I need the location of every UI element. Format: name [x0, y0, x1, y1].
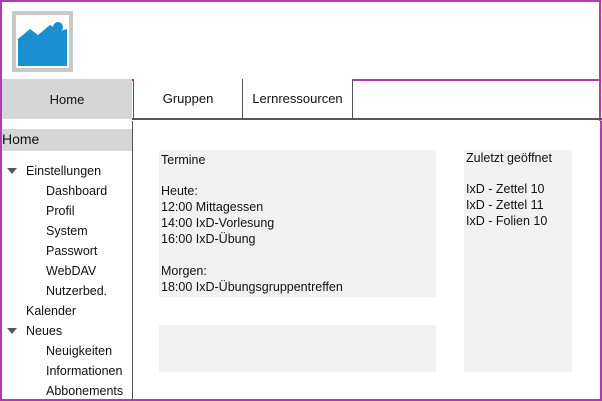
sidebar-item-neuigkeiten[interactable]: Neuigkeiten: [46, 341, 112, 361]
empty-panel: [159, 325, 436, 372]
header: [0, 0, 601, 81]
recent-file-item[interactable]: IxD - Zettel 11: [466, 197, 544, 213]
recent-file-item[interactable]: IxD - Folien 10: [466, 213, 547, 229]
sidebar-item-kalender[interactable]: Kalender: [26, 301, 76, 321]
tab-gruppen-label: Gruppen: [162, 91, 214, 106]
tab-lernressourcen[interactable]: Lernressourcen: [242, 79, 353, 118]
zuletzt-title: Zuletzt geöffnet: [466, 151, 552, 165]
tab-gruppen[interactable]: Gruppen: [133, 79, 243, 118]
sidebar-item-informationen[interactable]: Informationen: [46, 361, 122, 381]
termine-panel: Termine Heute: 12:00 Mittagessen 14:00 I…: [159, 150, 436, 297]
sidebar: Home Einstellungen Dashboard Profil Syst…: [0, 121, 133, 401]
sidebar-item-neues[interactable]: Neues: [26, 321, 62, 341]
zuletzt-geoeffnet-panel: Zuletzt geöffnet IxD - Zettel 10 IxD - Z…: [464, 150, 572, 372]
termine-entry[interactable]: 12:00 Mittagessen: [161, 199, 263, 215]
sidebar-item-abbonements[interactable]: Abbonements: [46, 381, 123, 401]
sidebar-item-webdav[interactable]: WebDAV: [46, 261, 96, 281]
sidebar-item-profil[interactable]: Profil: [46, 201, 74, 221]
image-placeholder-icon: [18, 22, 67, 66]
sidebar-item-nutzerbed[interactable]: Nutzerbed.: [46, 281, 107, 301]
sidebar-item-home-label: Home: [2, 131, 40, 147]
nav-home-tab[interactable]: Home: [2, 79, 132, 119]
nav-divider: [132, 118, 602, 120]
tab-lernressourcen-label: Lernressourcen: [252, 91, 343, 106]
nav-home-label: Home: [49, 91, 85, 107]
sidebar-item-dashboard[interactable]: Dashboard: [46, 181, 107, 201]
termine-entry[interactable]: 16:00 IxD-Übung: [161, 231, 256, 247]
chevron-down-icon[interactable]: [7, 168, 17, 174]
sidebar-item-einstellungen[interactable]: Einstellungen: [26, 161, 101, 181]
sidebar-item-system[interactable]: System: [46, 221, 88, 241]
sidebar-item-home[interactable]: Home: [2, 129, 132, 151]
termine-heute-label: Heute:: [161, 184, 198, 198]
logo[interactable]: [12, 11, 73, 72]
chevron-down-icon[interactable]: [7, 328, 17, 334]
termine-entry[interactable]: 18:00 IxD-Übungsgruppentreffen: [161, 279, 343, 295]
termine-entry[interactable]: 14:00 IxD-Vorlesung: [161, 215, 274, 231]
top-nav: Home Gruppen Lernressourcen: [0, 79, 602, 121]
sidebar-item-passwort[interactable]: Passwort: [46, 241, 97, 261]
termine-morgen-label: Morgen:: [161, 264, 207, 278]
termine-title: Termine: [161, 153, 206, 167]
main-content: Termine Heute: 12:00 Mittagessen 14:00 I…: [133, 121, 602, 401]
recent-file-item[interactable]: IxD - Zettel 10: [466, 181, 545, 197]
